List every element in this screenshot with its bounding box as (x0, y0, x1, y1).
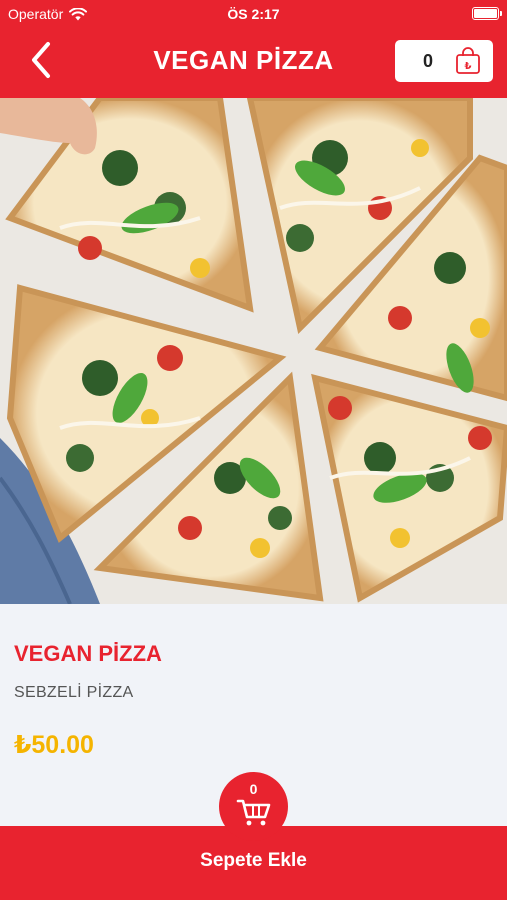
chevron-left-icon (32, 42, 50, 78)
back-button[interactable] (24, 40, 60, 80)
product-name: VEGAN PİZZA (14, 641, 162, 666)
add-to-cart-label: Sepete Ekle (200, 850, 307, 871)
product-description: SEBZELİ PİZZA (14, 684, 134, 701)
battery-icon (472, 7, 502, 20)
product-image (0, 98, 507, 604)
app-header: Operatör ÖS 2:17 VEGAN PİZZA 0 ₺ (0, 0, 507, 98)
cart-fab-button[interactable]: 0 (219, 772, 288, 841)
header-cart-count: 0 (423, 51, 434, 71)
product-price: ₺50.00 (14, 731, 94, 759)
cart-icon (236, 799, 271, 826)
page-title: VEGAN PİZZA (153, 45, 334, 75)
pizza-illustration (0, 98, 507, 604)
status-bar: Operatör ÖS 2:17 (0, 0, 507, 28)
status-time: ÖS 2:17 (227, 6, 280, 22)
header-cart-button[interactable]: 0 ₺ (395, 40, 493, 82)
shopping-bag-icon: ₺ (456, 47, 480, 74)
svg-text:₺: ₺ (465, 61, 472, 72)
fab-cart-count: 0 (249, 781, 258, 797)
